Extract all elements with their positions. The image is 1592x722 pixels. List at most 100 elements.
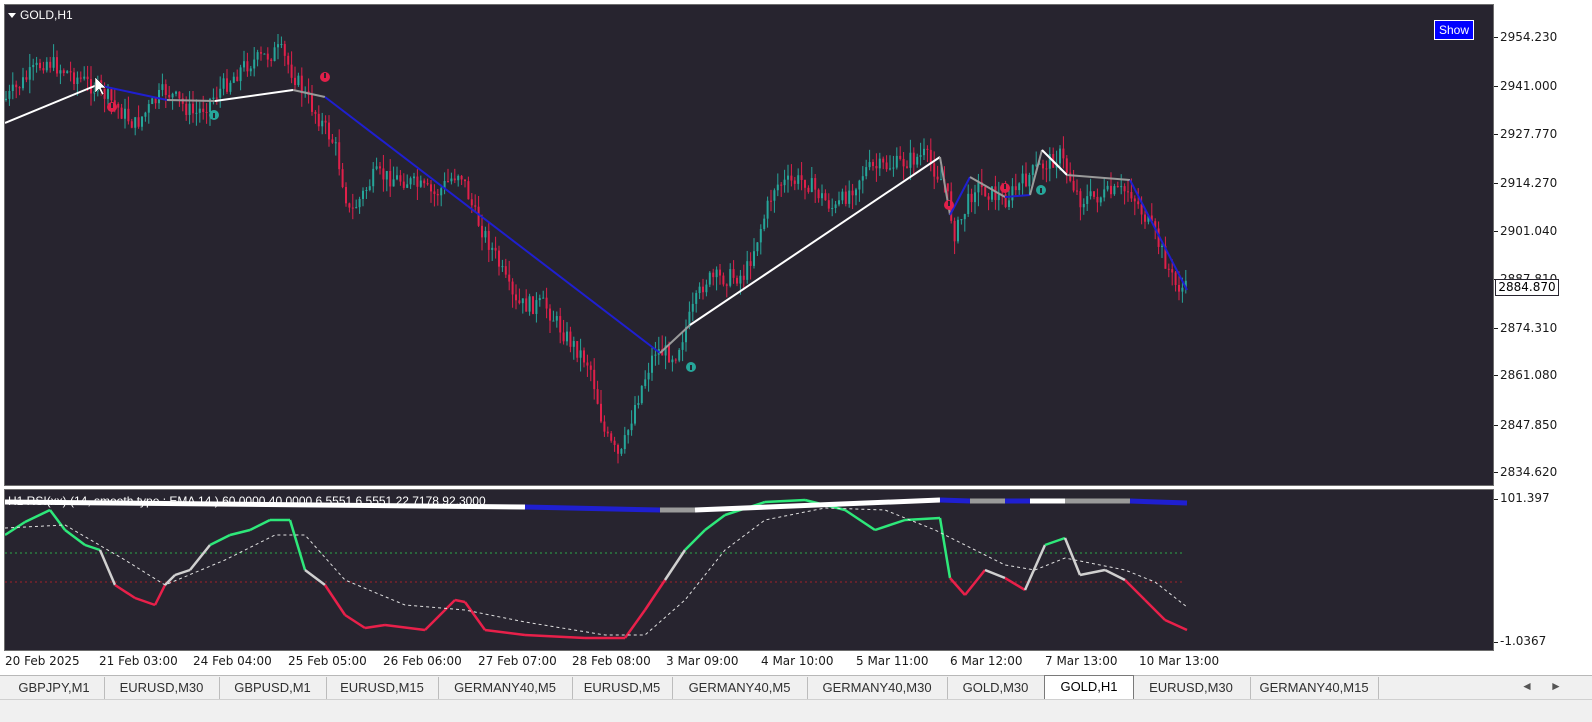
show-button[interactable]: Show (1434, 20, 1475, 40)
candle-body (460, 175, 463, 180)
candle-body (22, 77, 24, 89)
rsi-line-segment (524, 633, 586, 640)
candle-body (644, 379, 647, 386)
candle-body (1137, 201, 1140, 205)
rsi-indicator-panel[interactable] (4, 489, 1494, 651)
candle-body (1059, 148, 1061, 164)
tab-germany40-m5[interactable]: GERMANY40,M5 (672, 677, 808, 699)
candle-body (379, 166, 381, 169)
candle-body (790, 175, 793, 181)
candle-body (290, 64, 293, 78)
rsi-axis-tick (1494, 642, 1498, 643)
candle-body (1011, 186, 1014, 201)
candle-body (130, 121, 133, 128)
candle-body (613, 440, 616, 446)
rsi-line-segment (84, 543, 101, 552)
price-axis-label: 2941.000 (1500, 79, 1558, 93)
candle-body (759, 229, 762, 243)
candle-body (164, 84, 167, 95)
candle-body (858, 180, 861, 190)
candle-body (219, 88, 222, 98)
candle-body (477, 206, 480, 226)
chevron-right-icon[interactable]: ► (1550, 679, 1562, 693)
tab-germany40-m5[interactable]: GERMANY40,M5 (438, 677, 573, 699)
candle-body (770, 200, 772, 202)
candle-body (345, 187, 347, 204)
chart-symbol-title[interactable]: GOLD,H1 (8, 8, 73, 22)
candle-body (110, 89, 113, 101)
tab-gold-m30[interactable]: GOLD,M30 (947, 677, 1045, 699)
rsi-line-segment (323, 584, 347, 616)
tab-eurusd-m5[interactable]: EURUSD,M5 (572, 677, 673, 699)
candle-body (1181, 287, 1184, 292)
candle-body (192, 103, 194, 114)
candle-body (1031, 165, 1034, 175)
candle-body (732, 269, 735, 278)
candle-body (997, 194, 1000, 201)
candle-body (239, 67, 242, 82)
candle-body (79, 77, 82, 79)
candle-body (892, 167, 895, 169)
candle-body (1021, 173, 1024, 184)
time-axis-label: 3 Mar 09:00 (666, 654, 739, 668)
rsi-line-segment (844, 508, 876, 532)
candle-body (766, 200, 769, 219)
candle-body (593, 369, 596, 390)
rsi-line-segment (949, 577, 966, 596)
chevron-left-icon[interactable]: ◄ (1521, 679, 1533, 693)
candle-body (1025, 173, 1027, 187)
tab-germany40-m30[interactable]: GERMANY40,M30 (807, 677, 948, 699)
tab-germany40-m15[interactable]: GERMANY40,M15 (1250, 677, 1379, 699)
candle-body (579, 350, 582, 358)
candle-body (763, 218, 766, 230)
candle-body (504, 266, 507, 275)
time-axis-label: 24 Feb 04:00 (193, 654, 272, 668)
tab-gbpusd-m1[interactable]: GBPUSD,M1 (219, 677, 327, 699)
candle-body (702, 286, 704, 293)
candle-body (62, 70, 65, 74)
rsi-line-segment (663, 549, 687, 581)
candle-body (970, 193, 973, 203)
tab-gbpjpy-m1[interactable]: GBPJPY,M1 (4, 677, 105, 699)
price-axis[interactable]: 2954.230 2941.000 2927.770 2914.270 2901.040… (1494, 4, 1592, 486)
candle-body (824, 193, 827, 201)
time-axis-label: 5 Mar 11:00 (856, 654, 929, 668)
rsi-line-segment (49, 509, 66, 531)
candle-body (338, 142, 341, 170)
candle-body (953, 220, 956, 242)
candle-body (141, 116, 143, 127)
tab-gold-h1[interactable]: GOLD,H1 (1044, 675, 1134, 700)
candle-body (708, 272, 711, 285)
price-chart-panel[interactable] (4, 4, 1494, 486)
candle-body (603, 421, 606, 432)
indicator-label: H1 RSI(xx) (14, smooth type : EMA 14 ) 6… (8, 494, 486, 508)
candle-body (946, 183, 949, 192)
signal-mark-glyph (690, 365, 692, 370)
candle-body (923, 148, 925, 156)
time-axis[interactable]: 20 Feb 2025 21 Feb 03:00 24 Feb 04:00 25 Fe… (4, 651, 1494, 673)
zigzag-segment (4, 84, 98, 124)
candle-body (481, 225, 483, 238)
candle-body (793, 180, 796, 184)
candle-body (426, 183, 429, 185)
tab-eurusd-m30[interactable]: EURUSD,M30 (104, 677, 220, 699)
rsi-line-segment (764, 498, 806, 504)
candle-body (178, 91, 181, 99)
candle-body (589, 365, 592, 370)
tab-eurusd-m15[interactable]: EURUSD,M15 (326, 677, 439, 699)
rsi-axis[interactable]: 101.397 -1.0367 (1494, 489, 1592, 651)
rsi-line-segment (1004, 576, 1026, 592)
price-axis-tick (1494, 37, 1498, 38)
candle-body (1014, 186, 1017, 191)
candle-body (321, 120, 324, 127)
candle-body (440, 188, 443, 196)
candle-body (868, 162, 871, 168)
candle-body (423, 180, 426, 184)
candle-body (198, 108, 201, 113)
chevron-down-icon[interactable] (8, 12, 16, 18)
candle-body (678, 349, 681, 361)
candle-body (8, 90, 11, 99)
tab-eurusd-m30[interactable]: EURUSD,M30 (1132, 677, 1251, 699)
candle-body (355, 207, 358, 209)
chart-window[interactable]: GOLD,H1 Show 2954.230 2941.000 2927.770 291… (0, 0, 1592, 675)
